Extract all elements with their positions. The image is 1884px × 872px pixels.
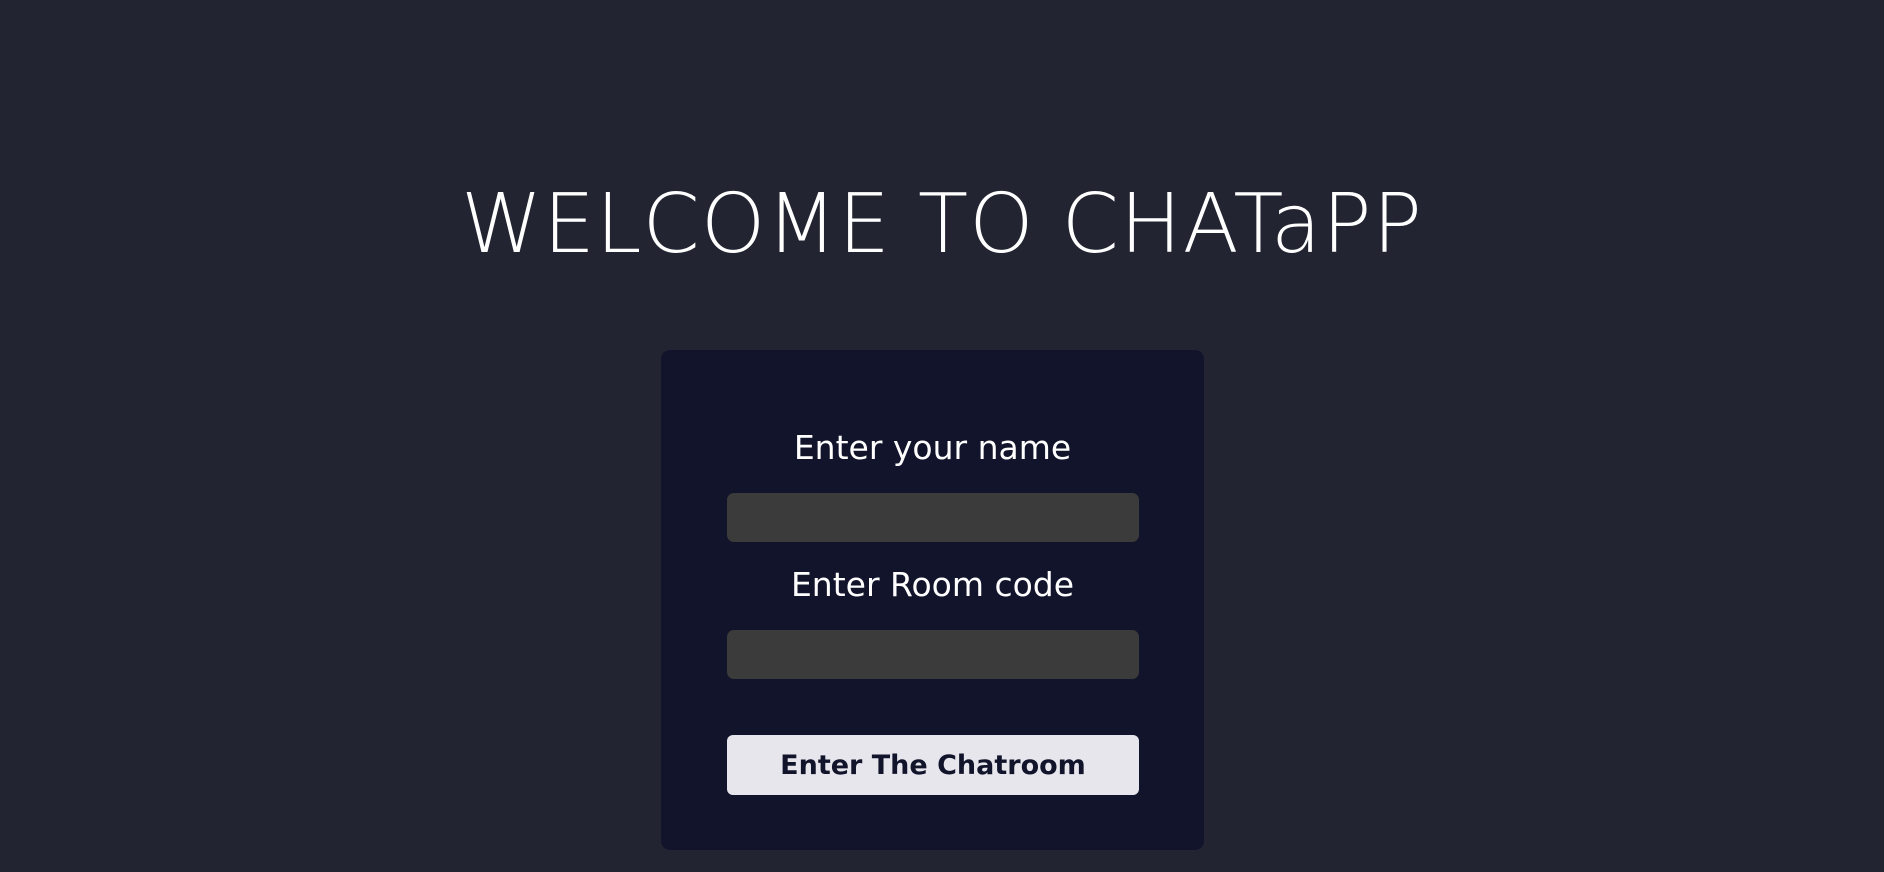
page-title: WELCOME TO CHATaPP	[460, 176, 1423, 272]
join-room-card: Enter your name Enter Room code Enter Th…	[661, 350, 1204, 850]
name-input[interactable]	[727, 493, 1139, 542]
room-code-input[interactable]	[727, 630, 1139, 679]
name-field-label: Enter your name	[793, 428, 1072, 467]
enter-chatroom-button[interactable]: Enter The Chatroom	[727, 735, 1139, 795]
room-code-field-label: Enter Room code	[790, 565, 1075, 604]
